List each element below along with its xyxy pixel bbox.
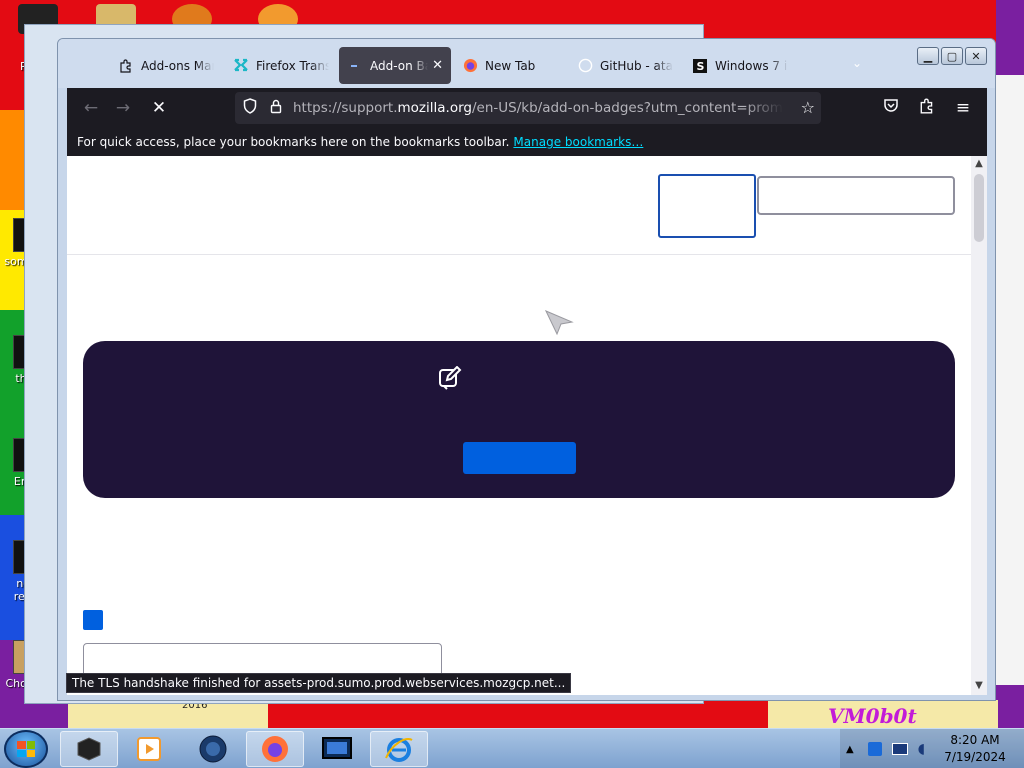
globe-icon [199, 735, 227, 763]
background-window-edge [996, 0, 1024, 728]
back-arrow-icon: ← [83, 98, 99, 118]
scroll-up-arrow-icon[interactable]: ▲ [971, 158, 987, 169]
status-panel: The TLS handshake finished for assets-pr… [66, 673, 572, 693]
close-icon: ✕ [971, 49, 981, 63]
network-icon[interactable] [891, 743, 908, 755]
monitor-icon [322, 737, 352, 759]
edit-note-icon [439, 366, 462, 390]
wallpaper-bottom-art: 2016 VM0b0t [68, 700, 998, 728]
stop-icon: ✕ [151, 98, 167, 118]
mouse-pointer-icon [545, 310, 574, 336]
maximize-button[interactable]: ▢ [941, 47, 963, 65]
taskbar-app-media-player[interactable] [120, 731, 178, 767]
tab-new-tab[interactable]: New Tab [454, 47, 566, 84]
minimize-button[interactable]: ▁ [917, 47, 939, 65]
svg-text:S: S [697, 60, 705, 73]
taskbar-app-globe[interactable] [184, 731, 242, 767]
tab-label: Add-ons Man [141, 58, 214, 73]
tab-label: Firefox Transl [256, 58, 329, 73]
tab-add-on-badges[interactable]: Add-on Ba ✕ [339, 47, 451, 84]
taskbar: ▲ ◖ 8:20 AM 7/19/2024 [0, 728, 1024, 768]
translate-icon [233, 58, 249, 74]
banner-cta-button[interactable] [463, 442, 576, 474]
tray-app-icon[interactable] [867, 742, 882, 756]
taskbar-app-firefox[interactable] [246, 731, 304, 767]
firefox-icon [462, 58, 478, 74]
forward-arrow-icon: → [115, 98, 131, 118]
header-divider [67, 254, 971, 255]
bookmarks-toolbar-message: For quick access, place your bookmarks h… [77, 135, 510, 149]
maximize-icon: ▢ [946, 49, 958, 63]
header-search-field[interactable] [757, 176, 955, 215]
tracking-protection-shield-icon[interactable] [239, 98, 261, 118]
taskbar-app-monitor[interactable] [308, 731, 366, 767]
volume-icon[interactable]: ◖ [918, 741, 925, 757]
tab-label: GitHub - atau [600, 58, 673, 73]
url-prefix: https://support. [293, 100, 398, 116]
firefox-icon [262, 736, 288, 762]
media-player-icon [137, 737, 161, 761]
page-content: ▲ ▼ [67, 156, 987, 695]
close-tab-icon[interactable]: ✕ [432, 58, 443, 73]
wallpaper-text: VM0b0t [828, 704, 917, 728]
clock[interactable]: 8:20 AM 7/19/2024 [940, 732, 1010, 766]
url-path: /en-US/kb/add-on-badges?utm_content=prom… [471, 100, 783, 116]
tab-bar: Add-ons Man Firefox Transl Add-on Ba ✕ N… [58, 39, 995, 88]
s-logo-icon: S [692, 58, 708, 74]
puzzle-icon [118, 58, 134, 74]
clock-date: 7/19/2024 [944, 750, 1006, 764]
taskbar-app-cube[interactable] [60, 731, 118, 767]
tab-label: Add-on Ba [370, 58, 429, 73]
stop-button[interactable]: ✕ [143, 92, 175, 124]
internet-explorer-icon [385, 738, 413, 762]
forward-button[interactable]: → [107, 92, 139, 124]
chevron-down-icon: ⌄ [851, 56, 863, 70]
extensions-button[interactable] [911, 92, 943, 124]
bookmark-star-icon[interactable]: ☆ [801, 98, 815, 117]
blue-checkbox[interactable] [83, 610, 103, 630]
tab-github[interactable]: GitHub - atau [569, 47, 681, 84]
list-all-tabs-button[interactable]: ⌄ [848, 56, 866, 74]
cube-app-icon [77, 737, 101, 761]
tab-label: Windows 7 is [715, 58, 788, 73]
back-button[interactable]: ← [75, 92, 107, 124]
github-icon [577, 58, 593, 74]
scroll-down-arrow-icon[interactable]: ▼ [971, 680, 987, 691]
header-focused-box[interactable] [658, 174, 756, 238]
pocket-button[interactable] [875, 92, 907, 124]
toolbar-right: ≡ [875, 92, 979, 124]
pocket-icon [883, 98, 899, 118]
show-hidden-icons-arrow-icon[interactable]: ▲ [846, 744, 854, 755]
loading-icon [347, 58, 363, 74]
start-button[interactable] [4, 730, 48, 768]
minimize-icon: ▁ [923, 49, 933, 63]
navigation-toolbar: ← → ✕ https://support.mozilla.org/en-US/… [67, 88, 987, 128]
clock-time: 8:20 AM [950, 733, 1000, 747]
vertical-scrollbar[interactable]: ▲ ▼ [971, 156, 987, 695]
tab-label: New Tab [485, 58, 536, 73]
app-menu-button[interactable]: ≡ [947, 92, 979, 124]
hamburger-menu-icon: ≡ [955, 98, 971, 118]
windows-logo-icon [17, 741, 35, 757]
puzzle-icon [919, 98, 935, 119]
scrollbar-thumb[interactable] [974, 174, 984, 242]
tab-windows7[interactable]: S Windows 7 is [684, 47, 796, 84]
close-window-button[interactable]: ✕ [965, 47, 987, 65]
taskbar-app-internet-explorer[interactable] [370, 731, 428, 767]
lock-icon[interactable] [265, 99, 287, 118]
url-domain: mozilla.org [397, 100, 472, 116]
url-text[interactable]: https://support.mozilla.org/en-US/kb/add… [293, 100, 783, 116]
tab-addons-manager[interactable]: Add-ons Man [110, 47, 222, 84]
manage-bookmarks-link[interactable]: Manage bookmarks… [513, 135, 643, 149]
firefox-window: Add-ons Man Firefox Transl Add-on Ba ✕ N… [57, 38, 996, 701]
promo-banner [83, 341, 955, 498]
tab-firefox-translations[interactable]: Firefox Transl [225, 47, 337, 84]
bookmarks-toolbar: For quick access, place your bookmarks h… [67, 128, 987, 156]
window-controls: ▁ ▢ ✕ [917, 47, 987, 65]
url-bar[interactable]: https://support.mozilla.org/en-US/kb/add… [235, 92, 821, 124]
